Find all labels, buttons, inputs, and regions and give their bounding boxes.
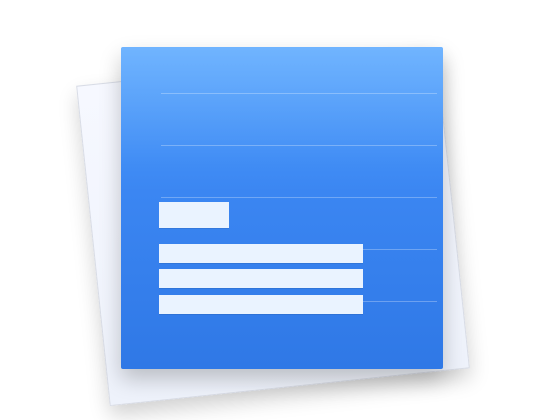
gloss-highlight [121, 47, 443, 167]
document-rule-line [161, 145, 437, 146]
text-line [159, 244, 363, 263]
title-block [159, 202, 229, 228]
document-rule-line [161, 93, 437, 94]
text-line [159, 269, 363, 288]
document-icon [121, 47, 443, 369]
app-icon-canvas [0, 0, 560, 420]
document-rule-line [161, 197, 437, 198]
text-line [159, 295, 363, 314]
